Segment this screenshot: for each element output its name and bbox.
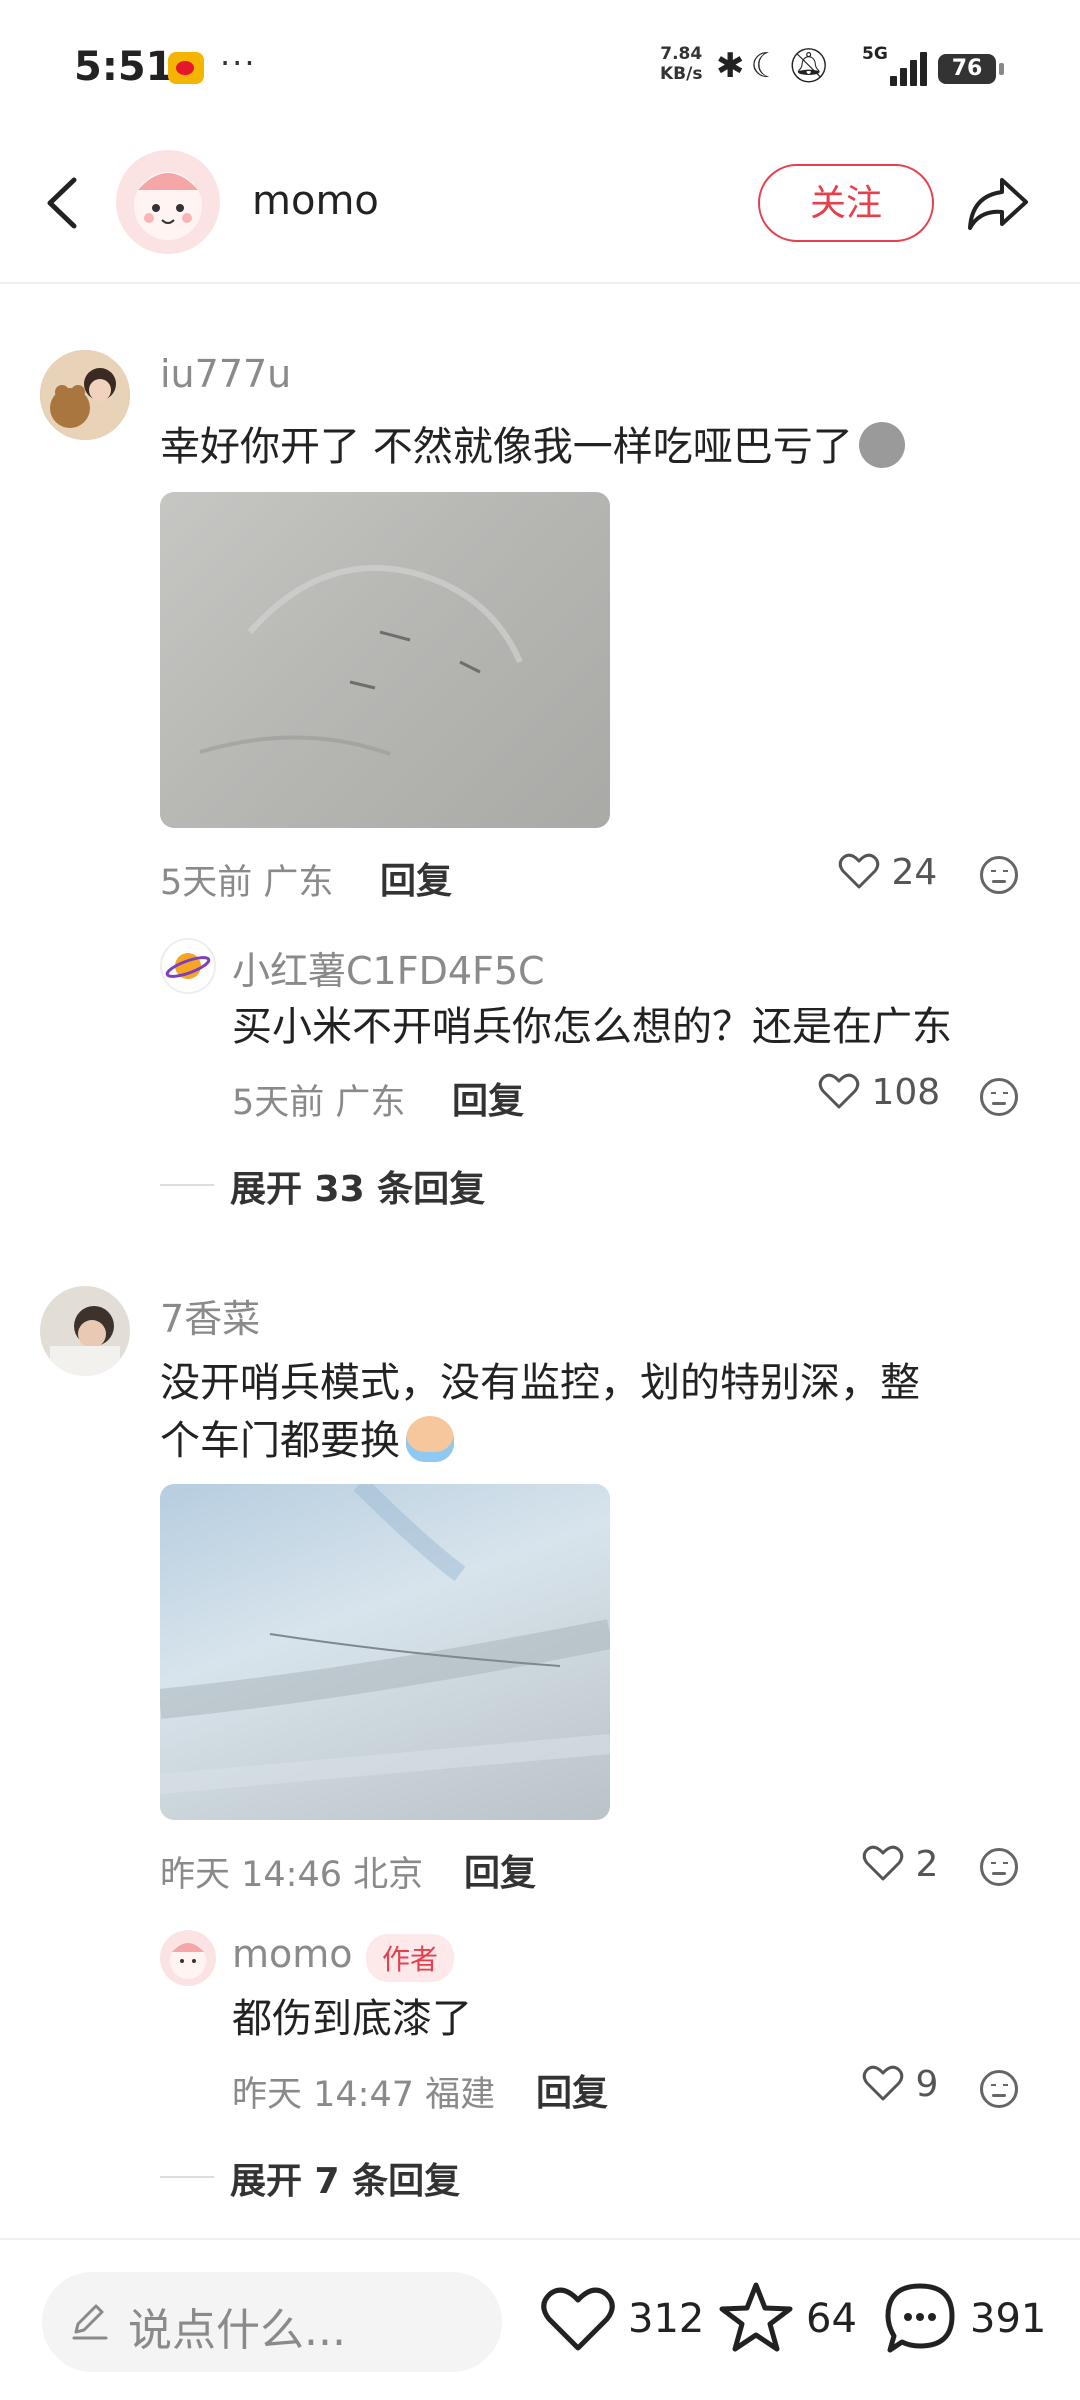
bottom-divider xyxy=(0,2238,1080,2240)
cute-creature-icon xyxy=(170,1943,206,1979)
reply-button[interactable]: 回复 xyxy=(464,1844,536,1896)
reply-button[interactable]: 回复 xyxy=(452,1072,524,1124)
comment-text-line-2-wrap: 个车门都要换 xyxy=(160,1412,920,1470)
commenter-name[interactable]: iu777u xyxy=(160,352,291,396)
commenter-avatar[interactable] xyxy=(40,1286,130,1376)
back-button[interactable] xyxy=(34,168,94,238)
reply-text: 买小米不开哨兵你怎么想的？还是在广东 xyxy=(232,1004,952,1050)
comment-time: 昨天 14:46 xyxy=(160,1855,342,1895)
sad-face-icon xyxy=(858,422,905,468)
comment-like-count: 2 xyxy=(915,1844,939,1885)
reply-meta: 5天前 广东 xyxy=(232,1074,405,1125)
comment-time: 5天前 xyxy=(160,863,253,903)
network-speed: 7.84 KB/s xyxy=(660,44,702,84)
comment-text: 没开哨兵模式，没有监控，划的特别深，整 个车门都要换 xyxy=(160,1354,920,1470)
expand-divider xyxy=(160,2176,214,2178)
emoji-reaction-button[interactable] xyxy=(980,1078,1018,1116)
reply-meta: 昨天 14:47 福建 xyxy=(232,2066,495,2117)
reply-text: 都伤到底漆了 xyxy=(232,1996,472,2042)
net-speed-unit: KB/s xyxy=(660,64,703,84)
reply-user-name[interactable]: momo xyxy=(232,1932,353,1976)
comment-meta: 昨天 14:46 北京 xyxy=(160,1846,423,1897)
author-avatar[interactable] xyxy=(116,150,220,254)
crying-emoji-icon xyxy=(406,1416,454,1462)
reply-user-name[interactable]: 小红薯C1FD4F5C xyxy=(232,940,545,995)
reply-location: 福建 xyxy=(425,2075,496,2115)
comment-image[interactable] xyxy=(160,492,610,828)
commenter-name[interactable]: 7香菜 xyxy=(160,1288,260,1343)
heart-icon xyxy=(862,1845,904,1881)
pencil-icon xyxy=(68,2298,112,2342)
emoji-reaction-button[interactable] xyxy=(980,856,1018,894)
post-like-count: 312 xyxy=(628,2296,705,2342)
comment-image[interactable] xyxy=(160,1484,610,1820)
weibo-notification-icon xyxy=(168,52,204,84)
share-icon xyxy=(968,178,1028,230)
moon-icon: ☾ xyxy=(750,46,787,86)
comment-location: 北京 xyxy=(353,1855,424,1895)
reply-avatar[interactable] xyxy=(160,1930,216,1986)
net-speed-value: 7.84 xyxy=(660,44,703,64)
reply-time: 5天前 xyxy=(232,1083,325,1123)
heart-icon xyxy=(541,2287,615,2351)
reply-avatar[interactable] xyxy=(160,938,216,994)
signal-icon xyxy=(890,52,930,86)
planet-icon xyxy=(165,953,211,979)
reply-button[interactable]: 回复 xyxy=(536,2064,608,2116)
post-comment-count: 391 xyxy=(970,2296,1047,2342)
car-door-photo xyxy=(160,1484,610,1794)
emoji-reaction-button[interactable] xyxy=(980,2070,1018,2108)
system-icons: ✱☾🔕︎ xyxy=(716,46,836,86)
user-photo-icon xyxy=(40,1286,130,1376)
scratched-car-photo xyxy=(199,565,523,756)
post-favorite-count: 64 xyxy=(806,2296,857,2342)
comment-text-content: 幸好你开了 不然就像我一样吃哑巴亏了 xyxy=(160,424,853,470)
post-favorite-button[interactable] xyxy=(718,2280,794,2360)
chevron-left-icon xyxy=(47,177,77,229)
post-like-button[interactable] xyxy=(540,2284,616,2358)
cute-creature-icon xyxy=(134,172,202,240)
reply-like-button[interactable]: 108 xyxy=(818,1072,940,1113)
mute-icon: 🔕︎ xyxy=(786,46,837,86)
heart-icon xyxy=(862,2065,904,2101)
author-name[interactable]: momo xyxy=(252,178,379,224)
comment-bubble-icon xyxy=(885,2283,955,2353)
comment-text: 幸好你开了 不然就像我一样吃哑巴亏了 xyxy=(160,418,905,476)
share-button[interactable] xyxy=(962,168,1032,238)
more-notifications-indicator: ··· xyxy=(220,44,257,82)
comment-text-line-2: 个车门都要换 xyxy=(160,1418,400,1464)
heart-icon xyxy=(818,1073,860,1109)
comment-like-button[interactable]: 2 xyxy=(862,1844,938,1885)
expand-replies-button[interactable]: 展开 33 条回复 xyxy=(230,1160,485,1212)
follow-button[interactable]: 关注 xyxy=(758,164,934,242)
expand-divider xyxy=(160,1184,214,1186)
reply-like-button[interactable]: 9 xyxy=(862,2064,938,2105)
reply-time: 昨天 14:47 xyxy=(232,2075,414,2115)
status-time: 5:51 xyxy=(74,44,174,90)
user-photo-icon xyxy=(40,350,130,440)
star-icon xyxy=(719,2282,793,2352)
author-badge: 作者 xyxy=(366,1934,455,1982)
reply-location: 广东 xyxy=(335,1083,406,1123)
reply-like-count: 108 xyxy=(871,1072,941,1113)
comment-like-count: 24 xyxy=(891,852,938,893)
comment-meta: 5天前 广东 xyxy=(160,854,333,905)
bluetooth-icon: ✱ xyxy=(716,46,751,86)
battery-icon: 76 xyxy=(938,54,1004,84)
comment-like-button[interactable]: 24 xyxy=(838,852,937,893)
reply-button[interactable]: 回复 xyxy=(380,852,452,904)
commenter-avatar[interactable] xyxy=(40,350,130,440)
comment-location: 广东 xyxy=(263,863,334,903)
expand-replies-button[interactable]: 展开 7 条回复 xyxy=(230,2152,460,2204)
heart-icon xyxy=(838,853,880,889)
header-divider xyxy=(0,282,1080,284)
post-comment-button[interactable] xyxy=(882,2280,958,2360)
comment-input-placeholder[interactable]: 说点什么... xyxy=(128,2294,346,2358)
network-type: 5G xyxy=(862,44,888,64)
reply-like-count: 9 xyxy=(915,2064,939,2105)
emoji-reaction-button[interactable] xyxy=(980,1848,1018,1886)
comment-text-line-1: 没开哨兵模式，没有监控，划的特别深，整 xyxy=(160,1360,920,1406)
